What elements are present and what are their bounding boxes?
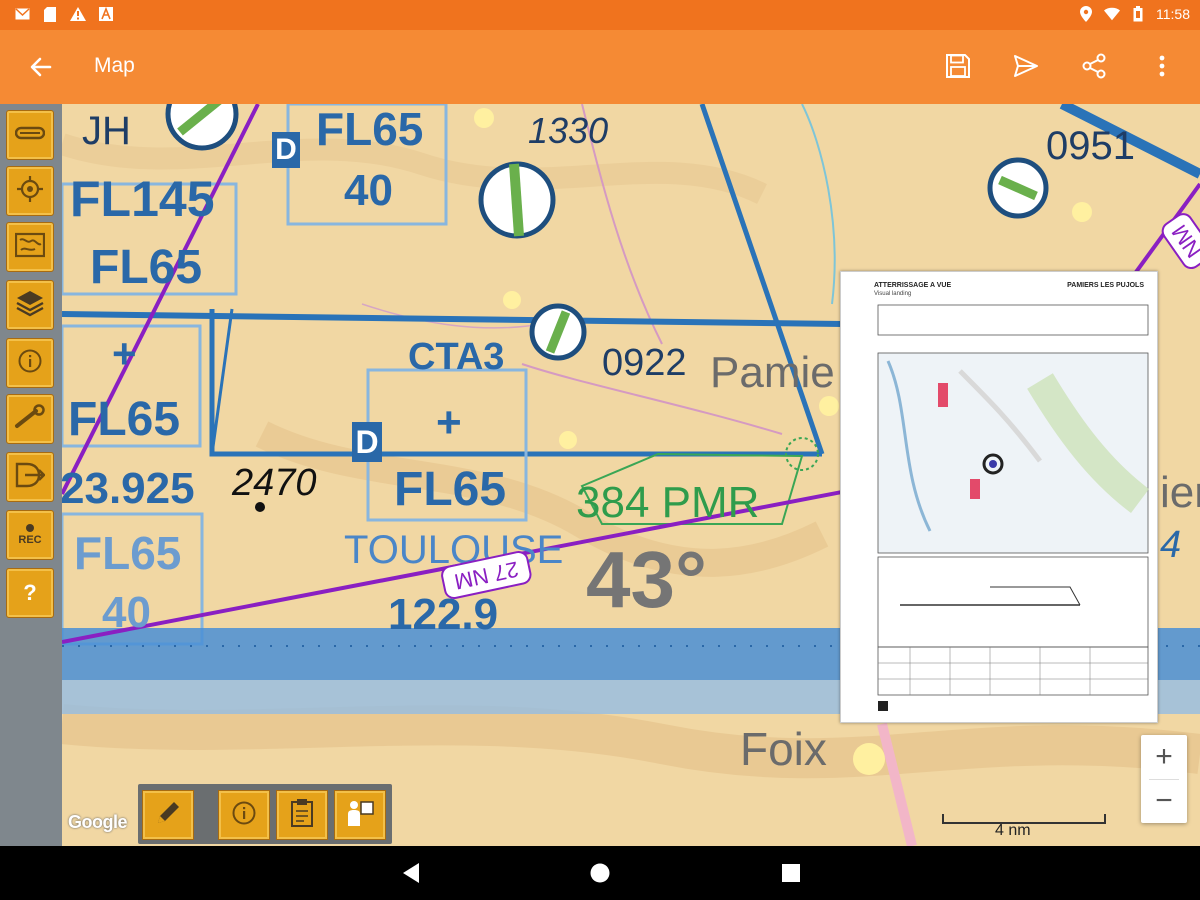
zoom-out-button[interactable]: − <box>1141 779 1187 823</box>
map-label-plus-a: + <box>112 330 137 377</box>
info-tool-bottom-button[interactable] <box>218 790 270 840</box>
map-label-pmr: 384 PMR <box>576 478 760 527</box>
status-time: 11:58 <box>1156 6 1190 22</box>
share-icon[interactable] <box>1074 46 1114 86</box>
home-circle-icon[interactable] <box>587 860 613 886</box>
sim-card-icon <box>42 6 58 22</box>
battery-icon <box>1130 6 1146 22</box>
map-label-40-a: 40 <box>344 166 393 215</box>
back-arrow-icon[interactable] <box>26 52 58 82</box>
zoom-control: + − <box>1141 735 1187 823</box>
zoom-in-button[interactable]: + <box>1141 735 1187 779</box>
map-label-fl145: FL145 <box>70 171 215 227</box>
approach-chart-drawing <box>840 271 1158 723</box>
crosshair-icon <box>16 175 44 208</box>
export-icon <box>15 461 46 494</box>
info-icon <box>231 800 257 831</box>
left-toolbar: REC ? <box>0 104 62 846</box>
map-label-freq-b: 122.9 <box>388 590 499 639</box>
status-bar: 11:58 <box>0 0 1200 30</box>
export-tool-button[interactable] <box>6 452 54 502</box>
map-label-plus-b: + <box>436 398 462 447</box>
settings-tool-button[interactable] <box>6 394 54 444</box>
save-icon[interactable] <box>938 46 978 86</box>
more-vert-icon[interactable] <box>1142 46 1182 86</box>
record-icon <box>25 524 34 532</box>
map-tool-button[interactable] <box>6 222 54 272</box>
pencil-icon <box>154 799 182 832</box>
page-title: Map <box>94 54 135 77</box>
approach-chart-subtitle: Visual landing <box>874 291 912 297</box>
map-label-40-b: 40 <box>102 588 151 637</box>
bottom-toolbar <box>138 784 392 844</box>
recents-square-icon[interactable] <box>778 860 804 886</box>
map-label-cta3: CTA3 <box>408 336 505 378</box>
approach-chart-airport: PAMIERS LES PUJOLS <box>1067 282 1144 289</box>
scale-label: 4 nm <box>995 822 1031 839</box>
map-label-pamiers: Pamie <box>710 348 835 397</box>
help-tool-button[interactable]: ? <box>6 568 54 618</box>
info-tool-button[interactable] <box>6 338 54 388</box>
navigation-bar <box>0 846 1200 900</box>
wrench-icon <box>14 403 46 435</box>
approach-chart-overlay[interactable]: ATTERRISSAGE A VUE Visual landing PAMIER… <box>840 271 1158 723</box>
help-icon: ? <box>23 580 37 605</box>
warning-icon <box>70 6 86 22</box>
route-tool-button[interactable] <box>6 110 54 160</box>
layers-tool-button[interactable] <box>6 280 54 330</box>
person-board-tool-button[interactable] <box>334 790 386 840</box>
route-icon <box>14 126 46 145</box>
layers-icon <box>15 289 45 322</box>
map-label-fl65-b: FL65 <box>90 241 203 294</box>
map-view[interactable]: JH D FL65 40 FL145 FL65 + FL65 23.925 FL… <box>62 104 1200 846</box>
google-logo: Google <box>68 812 128 832</box>
approach-chart-title: ATTERRISSAGE A VUE <box>874 282 952 289</box>
send-icon[interactable] <box>1006 46 1046 86</box>
app-bar: Map <box>0 30 1200 104</box>
map-icon <box>14 232 46 263</box>
map-label-elev-2470: 2470 <box>232 462 317 504</box>
map-label-elev-1330: 1330 <box>528 110 609 151</box>
app-a-icon <box>98 6 114 22</box>
wifi-icon <box>1104 6 1120 22</box>
map-label-freq-a: 23.925 <box>62 464 195 513</box>
clipboard-tool-button[interactable] <box>276 790 328 840</box>
location-icon <box>1078 6 1094 22</box>
map-label-fl65-e: FL65 <box>394 463 507 516</box>
map-label-fl65-d: FL65 <box>74 527 182 579</box>
map-label-fl65-a: FL65 <box>316 104 424 155</box>
map-label-elev-0951: 0951 <box>1046 124 1135 168</box>
map-label-jh: JH <box>82 109 131 153</box>
record-label: REC <box>18 534 42 546</box>
locate-tool-button[interactable] <box>6 166 54 216</box>
record-tool-button[interactable]: REC <box>6 510 54 560</box>
clipboard-icon <box>290 798 314 833</box>
map-label-right-num: 4 <box>1160 524 1182 566</box>
info-icon <box>17 348 43 379</box>
mail-icon <box>14 6 30 22</box>
navaid-circle-1 <box>165 104 239 151</box>
map-label-right-cut: ier <box>1160 468 1200 517</box>
map-label-foix: Foix <box>740 723 827 775</box>
back-triangle-icon[interactable] <box>398 860 424 886</box>
pencil-tool-button[interactable] <box>142 790 194 840</box>
map-label-d2: D <box>352 422 382 462</box>
map-label-0922: 0922 <box>602 342 687 384</box>
map-label-degrees: 43° <box>586 535 707 624</box>
person-board-icon <box>345 798 375 833</box>
map-label-d1: D <box>272 132 300 168</box>
map-label-fl65-c: FL65 <box>68 393 181 446</box>
